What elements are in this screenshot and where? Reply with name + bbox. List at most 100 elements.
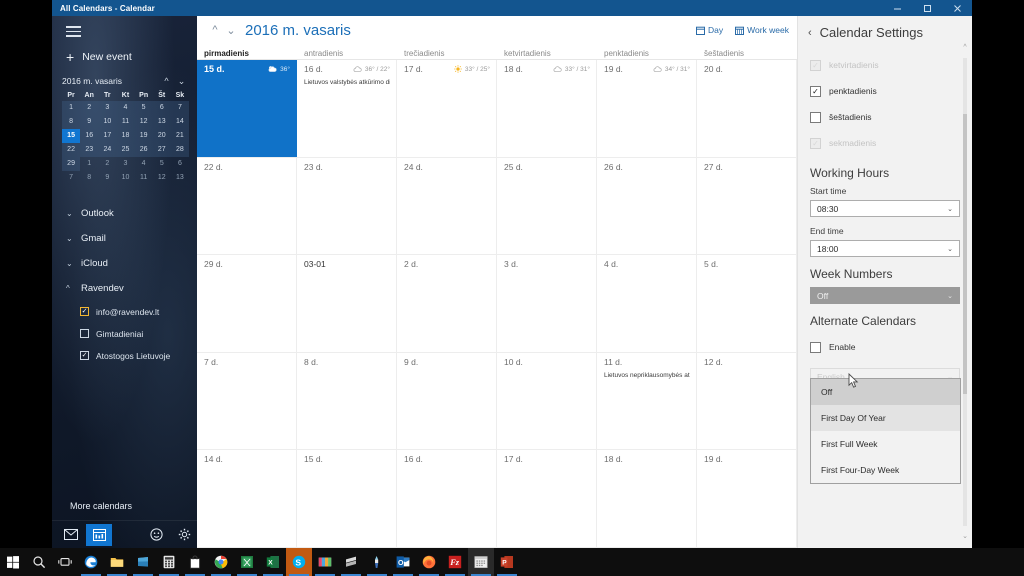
- scrollbar-thumb[interactable]: [963, 114, 967, 394]
- start-button[interactable]: [0, 548, 26, 576]
- calendar-icon[interactable]: [86, 523, 112, 546]
- account-item-ravendev[interactable]: ^ Ravendev: [52, 276, 197, 301]
- skype-button[interactable]: S: [286, 548, 312, 576]
- mini-next-month-icon[interactable]: ⌄: [174, 76, 189, 87]
- mini-day-cell[interactable]: 10: [116, 171, 134, 185]
- day-cell[interactable]: 11 d. Lietuvos nepriklausomybės atk: [597, 352, 697, 450]
- mini-day-cell[interactable]: 10: [98, 114, 117, 129]
- mail-icon[interactable]: [58, 524, 84, 546]
- alternate-calendars-enable-row[interactable]: Enable: [810, 334, 960, 360]
- day-cell[interactable]: 03-01: [297, 255, 397, 352]
- account-item-icloud[interactable]: ⌄ iCloud: [52, 251, 197, 276]
- mini-day-cell[interactable]: 25: [116, 142, 135, 157]
- weekday-checkbox[interactable]: ✓: [810, 137, 821, 149]
- close-icon[interactable]: [942, 0, 972, 16]
- mini-prev-month-icon[interactable]: ^: [159, 76, 174, 86]
- day-cell[interactable]: 4 d.: [597, 255, 697, 352]
- day-cell[interactable]: 8 d.: [297, 352, 397, 450]
- maximize-icon[interactable]: [912, 0, 942, 16]
- day-cell[interactable]: 12 d.: [697, 352, 797, 450]
- weekday-checkbox[interactable]: ✓: [810, 59, 821, 71]
- next-month-icon[interactable]: ⌄: [223, 24, 239, 37]
- day-cell[interactable]: 14 d.: [197, 450, 297, 547]
- minimize-icon[interactable]: [882, 0, 912, 16]
- mini-day-cell[interactable]: 19: [134, 128, 153, 143]
- windows-store-button[interactable]: [182, 548, 208, 576]
- mini-day-cell[interactable]: 27: [152, 142, 171, 157]
- scroll-up-icon[interactable]: ^: [961, 44, 969, 51]
- feedback-icon[interactable]: [143, 524, 169, 546]
- mini-day-cell[interactable]: 24: [98, 142, 117, 157]
- day-cell[interactable]: 15 d. 36°: [197, 60, 297, 157]
- mini-day-cell[interactable]: 15: [62, 128, 81, 143]
- mini-day-cell[interactable]: 3: [98, 100, 117, 115]
- week-numbers-option[interactable]: First Day Of Year: [811, 405, 960, 431]
- calculator-button[interactable]: [156, 548, 182, 576]
- view-work-week-button[interactable]: Work week: [735, 25, 789, 35]
- mini-day-cell[interactable]: 16: [80, 128, 99, 143]
- search-button[interactable]: [26, 548, 52, 576]
- mini-day-cell[interactable]: 1: [62, 100, 81, 115]
- calendar-checkbox[interactable]: ✓: [80, 351, 89, 360]
- view-day-button[interactable]: Day: [695, 25, 723, 35]
- calendar-checkbox[interactable]: ✓: [80, 307, 89, 316]
- firefox-button[interactable]: [416, 548, 442, 576]
- day-cell[interactable]: 18 d.: [597, 450, 697, 547]
- account-item-gmail[interactable]: ⌄ Gmail: [52, 226, 197, 251]
- powerpoint-button[interactable]: P: [494, 548, 520, 576]
- mini-day-cell[interactable]: 2: [80, 100, 99, 115]
- mini-day-cell[interactable]: 12: [134, 114, 153, 129]
- mini-day-cell[interactable]: 26: [134, 142, 153, 157]
- mini-day-cell[interactable]: 6: [152, 100, 171, 115]
- mini-day-cell[interactable]: 4: [116, 100, 135, 115]
- day-cell[interactable]: 17 d. 33° / 25°: [397, 60, 497, 157]
- day-cell[interactable]: 22 d.: [197, 157, 297, 255]
- mini-day-cell[interactable]: 22: [62, 142, 81, 157]
- weekday-option-row[interactable]: ✓ penktadienis: [810, 78, 960, 104]
- mini-day-cell[interactable]: 14: [170, 114, 189, 129]
- day-cell[interactable]: 24 d.: [397, 157, 497, 255]
- mini-day-cell[interactable]: 12: [153, 171, 171, 185]
- day-cell[interactable]: 3 d.: [497, 255, 597, 352]
- mini-day-cell[interactable]: 5: [153, 157, 171, 171]
- mini-day-cell[interactable]: 11: [135, 171, 153, 185]
- excel-button[interactable]: X: [260, 548, 286, 576]
- day-cell[interactable]: 17 d.: [497, 450, 597, 547]
- end-time-dropdown[interactable]: 18:00 ⌄: [810, 240, 960, 257]
- week-numbers-option[interactable]: Off: [811, 379, 960, 405]
- mini-day-cell[interactable]: 1: [80, 157, 98, 171]
- mini-day-cell[interactable]: 8: [80, 171, 98, 185]
- scroll-down-icon[interactable]: ⌄: [961, 532, 969, 540]
- mini-day-cell[interactable]: 17: [98, 128, 117, 143]
- account-item-outlook[interactable]: ⌄ Outlook: [52, 201, 197, 226]
- store-button[interactable]: [130, 548, 156, 576]
- calendar-taskbar-button[interactable]: [468, 548, 494, 576]
- filezilla-button[interactable]: Fz: [442, 548, 468, 576]
- day-cell[interactable]: 23 d.: [297, 157, 397, 255]
- day-cell[interactable]: 16 d.: [397, 450, 497, 547]
- weekday-option-row[interactable]: šeštadienis: [810, 104, 960, 130]
- photos-button[interactable]: [312, 548, 338, 576]
- mini-day-cell[interactable]: 3: [116, 157, 134, 171]
- day-cell[interactable]: 27 d.: [697, 157, 797, 255]
- excel-green-button[interactable]: [234, 548, 260, 576]
- day-cell[interactable]: 19 d.: [697, 450, 797, 547]
- mini-day-cell[interactable]: 23: [80, 142, 99, 157]
- mini-day-cell[interactable]: 6: [171, 157, 189, 171]
- mini-day-cell[interactable]: 13: [171, 171, 189, 185]
- calendar-event[interactable]: Lietuvos nepriklausomybės atk: [604, 372, 690, 379]
- mini-day-cell[interactable]: 11: [116, 114, 135, 129]
- day-cell[interactable]: 9 d.: [397, 352, 497, 450]
- day-cell[interactable]: 16 d. 36° / 22° Lietuvos valstybės atkūrim…: [297, 60, 397, 157]
- mini-day-cell[interactable]: 9: [80, 114, 99, 129]
- start-time-dropdown[interactable]: 08:30 ⌄: [810, 200, 960, 217]
- weekday-option-row[interactable]: ✓ ketvirtadienis: [810, 52, 960, 78]
- settings-scrollbar[interactable]: ^ ⌄: [961, 44, 969, 540]
- enable-checkbox[interactable]: [810, 341, 821, 353]
- new-event-button[interactable]: + New event: [52, 44, 197, 70]
- calendar-item[interactable]: Gimtadieniai: [52, 323, 197, 345]
- mini-day-cell[interactable]: 20: [152, 128, 171, 143]
- mini-day-cell[interactable]: 29: [62, 156, 81, 171]
- paint-button[interactable]: [364, 548, 390, 576]
- mini-day-cell[interactable]: 21: [170, 128, 189, 143]
